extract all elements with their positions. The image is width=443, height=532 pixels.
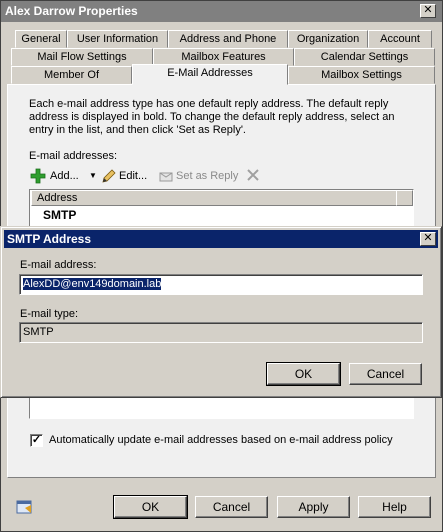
set-as-reply-icon (158, 168, 174, 184)
smtp-address-dialog: SMTP Address ✕ E-mail address: AlexDD@en… (0, 226, 442, 398)
delete-icon[interactable] (246, 168, 260, 184)
email-address-label: E-mail address: (20, 259, 97, 271)
email-address-value: AlexDD@env149domain.lab (23, 278, 162, 290)
cancel-button[interactable]: Cancel (195, 496, 268, 518)
tab-account[interactable]: Account (368, 30, 432, 48)
auto-update-checkbox[interactable]: ✓ (30, 434, 43, 447)
dialog-cancel-button[interactable]: Cancel (349, 363, 422, 385)
add-dropdown-arrow-icon[interactable]: ▼ (89, 168, 97, 184)
tab-user-information[interactable]: User Information (67, 30, 168, 48)
set-as-reply-button[interactable]: Set as Reply (176, 168, 238, 184)
window-title: Alex Darrow Properties (1, 1, 442, 22)
auto-update-label: Automatically update e-mail addresses ba… (49, 434, 393, 446)
properties-icon (16, 498, 34, 516)
pencil-icon (101, 168, 117, 184)
window-close-button[interactable]: ✕ (420, 4, 436, 18)
email-type-field: SMTP (19, 322, 423, 343)
dialog-close-button[interactable]: ✕ (420, 232, 436, 246)
list-item[interactable]: SMTP (43, 208, 76, 222)
help-button[interactable]: Help (358, 496, 431, 518)
tab-member-of[interactable]: Member Of (11, 66, 132, 84)
tab-mailbox-settings[interactable]: Mailbox Settings (288, 66, 435, 84)
address-column-header[interactable]: Address (31, 190, 402, 206)
add-button[interactable]: Add... (50, 168, 79, 184)
tab-address-and-phone[interactable]: Address and Phone (168, 30, 288, 48)
description-text: Each e-mail address type has one default… (29, 98, 395, 136)
email-addresses-label: E-mail addresses: (29, 150, 118, 162)
dialog-ok-button[interactable]: OK (266, 362, 341, 386)
ok-button[interactable]: OK (113, 495, 188, 519)
tab-calendar-settings[interactable]: Calendar Settings (294, 48, 435, 66)
tab-general[interactable]: General (15, 30, 67, 48)
apply-button[interactable]: Apply (277, 496, 350, 518)
dialog-title: SMTP Address (4, 230, 438, 248)
edit-button[interactable]: Edit... (119, 168, 147, 184)
tab-organization[interactable]: Organization (288, 30, 368, 48)
email-address-input[interactable]: AlexDD@env149domain.lab (19, 274, 423, 295)
list-header-filler (396, 190, 413, 206)
add-icon (30, 168, 46, 184)
email-type-label: E-mail type: (20, 308, 79, 320)
tab-email-addresses[interactable]: E-Mail Addresses (132, 64, 288, 85)
